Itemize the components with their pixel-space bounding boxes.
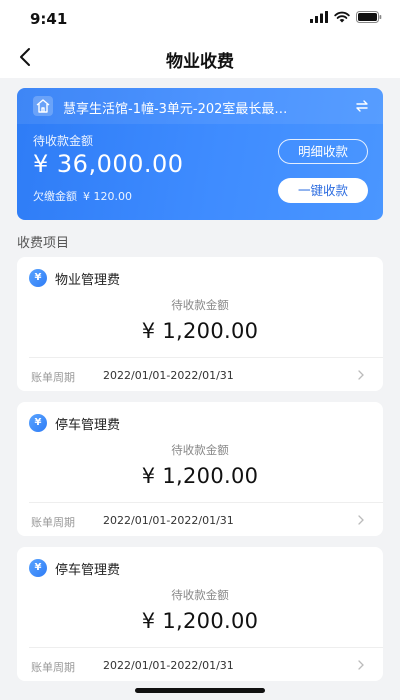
- detail-collect-button[interactable]: 明细收款: [278, 139, 368, 164]
- switch-icon[interactable]: [355, 99, 369, 113]
- arrears-amount: ¥ 120.00: [83, 190, 132, 203]
- period-label: 账单周期: [31, 371, 75, 384]
- nav-bar: 物业收费: [0, 36, 400, 78]
- wifi-icon: [334, 11, 350, 23]
- yen-icon: ¥: [29, 559, 47, 577]
- fee-card[interactable]: ¥ 物业管理费 待收款金额 ¥ 1,200.00 账单周期 2022/01/01…: [17, 257, 383, 391]
- arrears-label: 欠缴金额: [33, 190, 77, 203]
- arrears-info: 欠缴金额 ¥ 120.00: [33, 188, 132, 204]
- pending-label: 待收款金额: [33, 134, 94, 148]
- period-value: 2022/01/01-2022/01/31: [103, 369, 234, 382]
- signal-icon: [310, 11, 328, 23]
- fee-amount: ¥ 1,200.00: [141, 464, 259, 488]
- divider: [29, 502, 383, 503]
- period-label: 账单周期: [31, 661, 75, 674]
- chevron-right-icon[interactable]: [357, 660, 365, 670]
- status-bar: 9:41: [0, 0, 400, 36]
- fee-name: 物业管理费: [55, 273, 121, 288]
- divider: [29, 357, 383, 358]
- chevron-right-icon[interactable]: [357, 370, 365, 380]
- yen-icon: ¥: [29, 414, 47, 432]
- fee-pending-label: 待收款金额: [171, 443, 229, 457]
- status-icons: [310, 11, 382, 23]
- page-title: 物业收费: [166, 52, 234, 72]
- status-time: 9:41: [30, 10, 68, 28]
- divider: [29, 647, 383, 648]
- house-icon: [33, 96, 53, 116]
- yen-icon: ¥: [29, 269, 47, 287]
- fee-amount: ¥ 1,200.00: [141, 319, 259, 343]
- summary-card: 慧享生活馆-1幢-3单元-202室最长最… 待收款金额 ¥ 36,000.00 …: [17, 88, 383, 220]
- fee-pending-label: 待收款金额: [171, 298, 229, 312]
- room-selector[interactable]: 慧享生活馆-1幢-3单元-202室最长最…: [17, 88, 383, 124]
- fee-name: 停车管理费: [55, 418, 121, 433]
- period-value: 2022/01/01-2022/01/31: [103, 659, 234, 672]
- fee-card[interactable]: ¥ 停车管理费 待收款金额 ¥ 1,200.00 账单周期 2022/01/01…: [17, 402, 383, 536]
- section-title: 收费项目: [17, 236, 70, 251]
- pending-amount: ¥ 36,000.00: [33, 150, 184, 178]
- fee-amount: ¥ 1,200.00: [141, 609, 259, 633]
- fee-card[interactable]: ¥ 停车管理费 待收款金额 ¥ 1,200.00 账单周期 2022/01/01…: [17, 547, 383, 681]
- chevron-right-icon[interactable]: [357, 515, 365, 525]
- one-click-collect-button[interactable]: 一键收款: [278, 178, 368, 203]
- home-indicator: [135, 688, 265, 693]
- fee-name: 停车管理费: [55, 563, 121, 578]
- room-name: 慧享生活馆-1幢-3单元-202室最长最…: [63, 102, 288, 117]
- fee-pending-label: 待收款金额: [171, 588, 229, 602]
- period-value: 2022/01/01-2022/01/31: [103, 514, 234, 527]
- period-label: 账单周期: [31, 516, 75, 529]
- battery-icon: [356, 11, 382, 23]
